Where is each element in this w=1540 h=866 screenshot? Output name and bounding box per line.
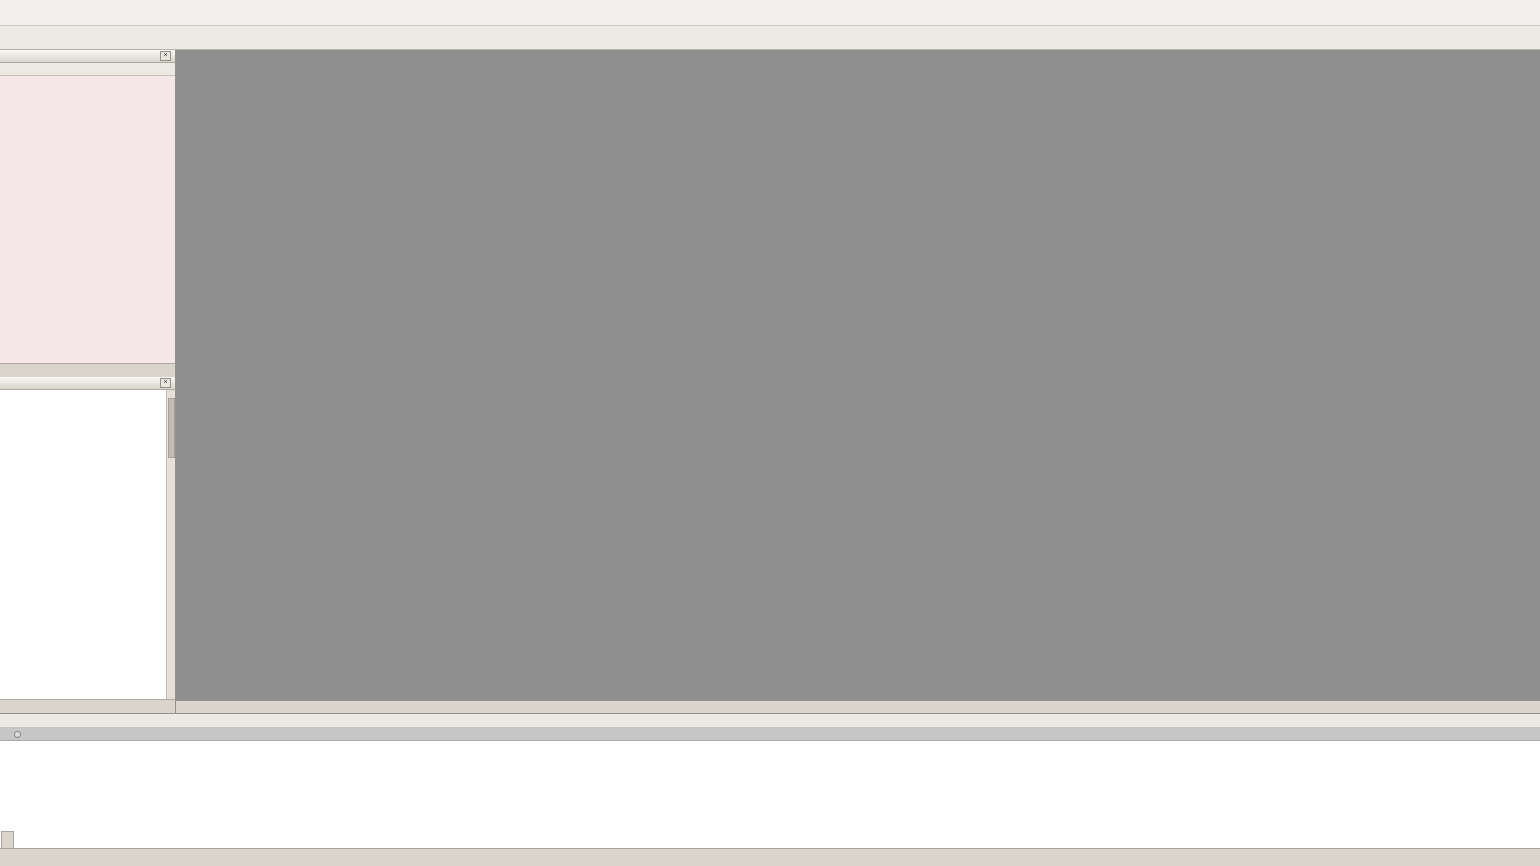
navigator-tree [0,390,175,699]
navigator-panel: × [0,377,176,713]
market-watch-title: × [0,50,175,63]
close-icon[interactable]: × [160,51,171,61]
market-watch-tabs [0,363,175,377]
toolbar [0,26,1540,50]
close-icon[interactable]: × [160,378,171,388]
menu-bar [0,0,1540,26]
market-watch-panel: × [0,50,176,377]
terminal-tabs [0,848,1540,866]
market-watch-list [0,76,175,363]
balance-icon [14,730,21,738]
navigator-title: × [0,377,175,390]
market-watch-header [0,63,175,76]
chart-workspace [176,50,1540,700]
navigator-scrollbar[interactable] [166,390,175,699]
terminal-panel [0,713,1540,848]
chart-tab-bar [176,700,1540,713]
terminal-column-headers [0,714,1540,728]
navigator-tabs [0,699,175,713]
balance-row [0,728,1540,741]
